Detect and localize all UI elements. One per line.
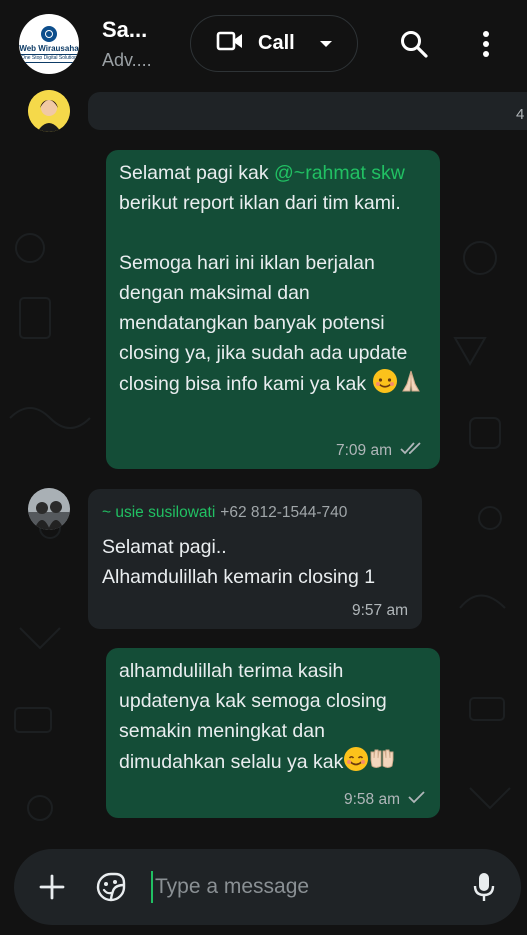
partial-bubble-text: 4 xyxy=(516,106,525,123)
message-time: 7:09 am xyxy=(335,441,392,459)
search-icon[interactable] xyxy=(394,24,434,64)
group-avatar[interactable]: Web Wirausaha One Stop Digital Solution xyxy=(19,14,79,74)
sender-row: ~ usie susilowati +62 812-1544-740 xyxy=(102,503,347,523)
sender-avatar[interactable] xyxy=(28,90,70,132)
call-label: Call xyxy=(258,32,295,54)
plus-icon[interactable] xyxy=(34,869,70,905)
message-text: Selamat pagi.. Alhamdulillah kemarin clo… xyxy=(102,536,376,588)
message-text: alhamdulillah terima kasih updatenya kak… xyxy=(119,656,431,777)
sender-name[interactable]: ~ usie susilowati xyxy=(102,504,215,521)
sender-phone: +62 812-1544-740 xyxy=(220,504,348,521)
message-text-part: Selamat pagi kak xyxy=(119,162,275,184)
sender-avatar-usie[interactable] xyxy=(28,488,70,530)
message-text-part: berikut report iklan dari tim kami. Semo… xyxy=(119,192,408,395)
microphone-icon[interactable] xyxy=(466,869,502,905)
message-time: 9:57 am xyxy=(351,602,408,619)
single-check-icon xyxy=(408,790,426,809)
avatar-logo-name: Web Wirausaha xyxy=(19,43,79,53)
chevron-down-icon[interactable] xyxy=(319,39,333,49)
smiling-face-icon xyxy=(372,368,398,394)
group-title[interactable]: Sa... xyxy=(102,17,147,43)
avatar-logo-tagline: One Stop Digital Solution xyxy=(19,53,79,63)
message-composer xyxy=(14,849,521,925)
message-meta: 9:57 am xyxy=(352,602,408,620)
incoming-message-bubble[interactable]: ~ usie susilowati +62 812-1544-740 Selama… xyxy=(88,489,422,629)
message-time: 9:58 am xyxy=(343,790,400,808)
more-vertical-icon[interactable] xyxy=(466,24,506,64)
message-meta: 7:09 am xyxy=(336,441,426,460)
double-check-icon xyxy=(400,441,426,460)
message-input[interactable] xyxy=(151,871,455,903)
message-meta: 9:58 am xyxy=(344,790,426,809)
message-text: Selamat pagi kak @~rahmat skw berikut re… xyxy=(119,158,431,399)
outgoing-message-bubble[interactable]: Selamat pagi kak @~rahmat skw berikut re… xyxy=(106,150,440,469)
video-camera-icon xyxy=(216,30,244,57)
chat-header: Web Wirausaha One Stop Digital Solution … xyxy=(0,0,527,88)
smiling-face-icon xyxy=(343,746,369,772)
sticker-icon[interactable] xyxy=(93,869,129,905)
call-button[interactable]: Call xyxy=(190,15,358,72)
outgoing-message-bubble[interactable]: alhamdulillah terima kasih updatenya kak… xyxy=(106,648,440,818)
mention-link[interactable]: @~rahmat skw xyxy=(274,162,405,184)
message-bubble-partial[interactable]: 4 xyxy=(88,92,527,130)
palms-up-icon xyxy=(369,746,395,772)
web-wirausaha-logo-icon xyxy=(41,25,57,42)
group-subtitle[interactable]: Adv.... xyxy=(102,50,152,71)
folded-hands-icon xyxy=(398,368,424,394)
chat-area[interactable]: 4 Selamat pagi kak @~rahmat skw berikut … xyxy=(0,88,527,935)
